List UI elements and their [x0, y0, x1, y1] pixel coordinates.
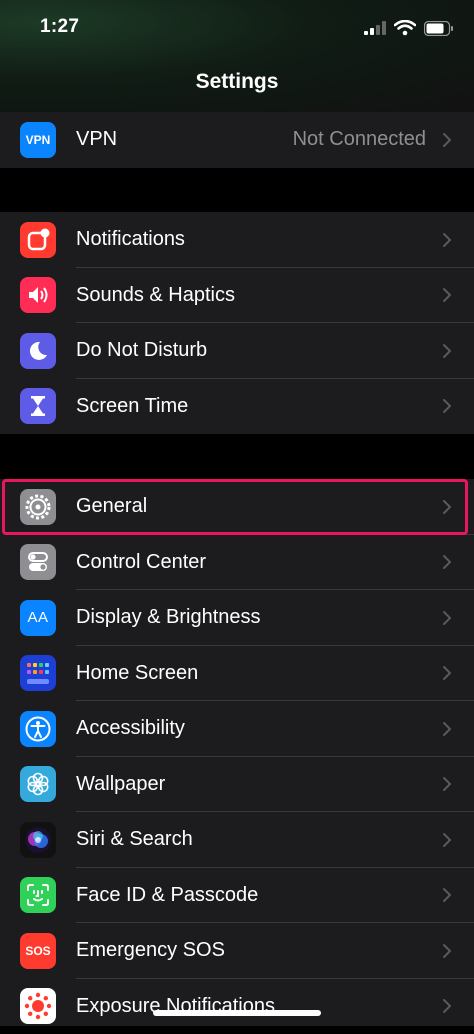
settings-row-emergency-sos[interactable]: SOS Emergency SOS: [0, 923, 474, 979]
status-bar: 1:27 Settings: [0, 0, 474, 112]
chevron-right-icon: [442, 721, 452, 737]
chevron-right-icon: [442, 343, 452, 359]
settings-row-notifications[interactable]: Notifications: [0, 212, 474, 268]
vpn-icon: VPN: [20, 122, 56, 158]
chevron-right-icon: [442, 232, 452, 248]
vpn-status-value: Not Connected: [293, 128, 426, 151]
status-time: 1:27: [40, 16, 79, 38]
settings-row-label: Notifications: [76, 228, 185, 251]
settings-row-label: Control Center: [76, 551, 206, 574]
settings-row-label: Do Not Disturb: [76, 339, 207, 362]
chevron-right-icon: [442, 665, 452, 681]
chevron-right-icon: [442, 776, 452, 792]
chevron-right-icon: [442, 832, 452, 848]
page-title: Settings: [0, 70, 474, 94]
hourglass-icon: [20, 388, 56, 424]
text-size-icon: AA: [20, 600, 56, 636]
chevron-right-icon: [442, 554, 452, 570]
settings-row-home-screen[interactable]: Home Screen: [0, 646, 474, 702]
settings-row-label: Face ID & Passcode: [76, 884, 258, 907]
home-indicator[interactable]: [153, 1010, 321, 1016]
settings-row-label: General: [76, 495, 147, 518]
gear-icon: [20, 489, 56, 525]
cellular-signal-icon: [364, 21, 386, 35]
settings-row-vpn[interactable]: VPN VPN Not Connected: [0, 112, 474, 168]
notifications-icon: [20, 222, 56, 258]
chevron-right-icon: [442, 998, 452, 1014]
chevron-right-icon: [442, 287, 452, 303]
chevron-right-icon: [442, 398, 452, 414]
general-group: General Control Center AA Display & Brig…: [0, 479, 474, 1026]
home-grid-icon: [20, 655, 56, 691]
chevron-right-icon: [442, 887, 452, 903]
settings-row-label: Screen Time: [76, 395, 188, 418]
sos-icon: SOS: [20, 933, 56, 969]
exposure-icon: [20, 988, 56, 1024]
settings-row-siri-search[interactable]: Siri & Search: [0, 812, 474, 868]
settings-row-face-id[interactable]: Face ID & Passcode: [0, 868, 474, 924]
accessibility-icon: [20, 711, 56, 747]
settings-row-wallpaper[interactable]: Wallpaper: [0, 757, 474, 813]
face-id-icon: [20, 877, 56, 913]
status-icons: [364, 20, 454, 36]
moon-icon: [20, 333, 56, 369]
settings-row-label: Accessibility: [76, 717, 185, 740]
settings-row-label: VPN: [76, 128, 117, 151]
flower-icon: [20, 766, 56, 802]
chevron-right-icon: [442, 610, 452, 626]
settings-row-screen-time[interactable]: Screen Time: [0, 379, 474, 435]
chevron-right-icon: [442, 132, 452, 148]
siri-icon: [20, 822, 56, 858]
settings-row-accessibility[interactable]: Accessibility: [0, 701, 474, 757]
settings-row-general[interactable]: General: [0, 479, 474, 535]
settings-row-label: Wallpaper: [76, 773, 165, 796]
battery-icon: [424, 21, 454, 36]
settings-row-label: Home Screen: [76, 662, 198, 685]
settings-row-label: Siri & Search: [76, 828, 193, 851]
speaker-icon: [20, 277, 56, 313]
notifications-group: Notifications Sounds & Haptics Do Not Di…: [0, 212, 474, 434]
chevron-right-icon: [442, 943, 452, 959]
settings-row-sounds[interactable]: Sounds & Haptics: [0, 268, 474, 324]
chevron-right-icon: [442, 499, 452, 515]
settings-row-label: Sounds & Haptics: [76, 284, 235, 307]
settings-row-do-not-disturb[interactable]: Do Not Disturb: [0, 323, 474, 379]
settings-row-label: Emergency SOS: [76, 939, 225, 962]
settings-row-label: Display & Brightness: [76, 606, 261, 629]
vpn-group: VPN VPN Not Connected: [0, 112, 474, 168]
toggles-icon: [20, 544, 56, 580]
settings-row-control-center[interactable]: Control Center: [0, 535, 474, 591]
wifi-icon: [394, 20, 416, 36]
settings-row-display-brightness[interactable]: AA Display & Brightness: [0, 590, 474, 646]
